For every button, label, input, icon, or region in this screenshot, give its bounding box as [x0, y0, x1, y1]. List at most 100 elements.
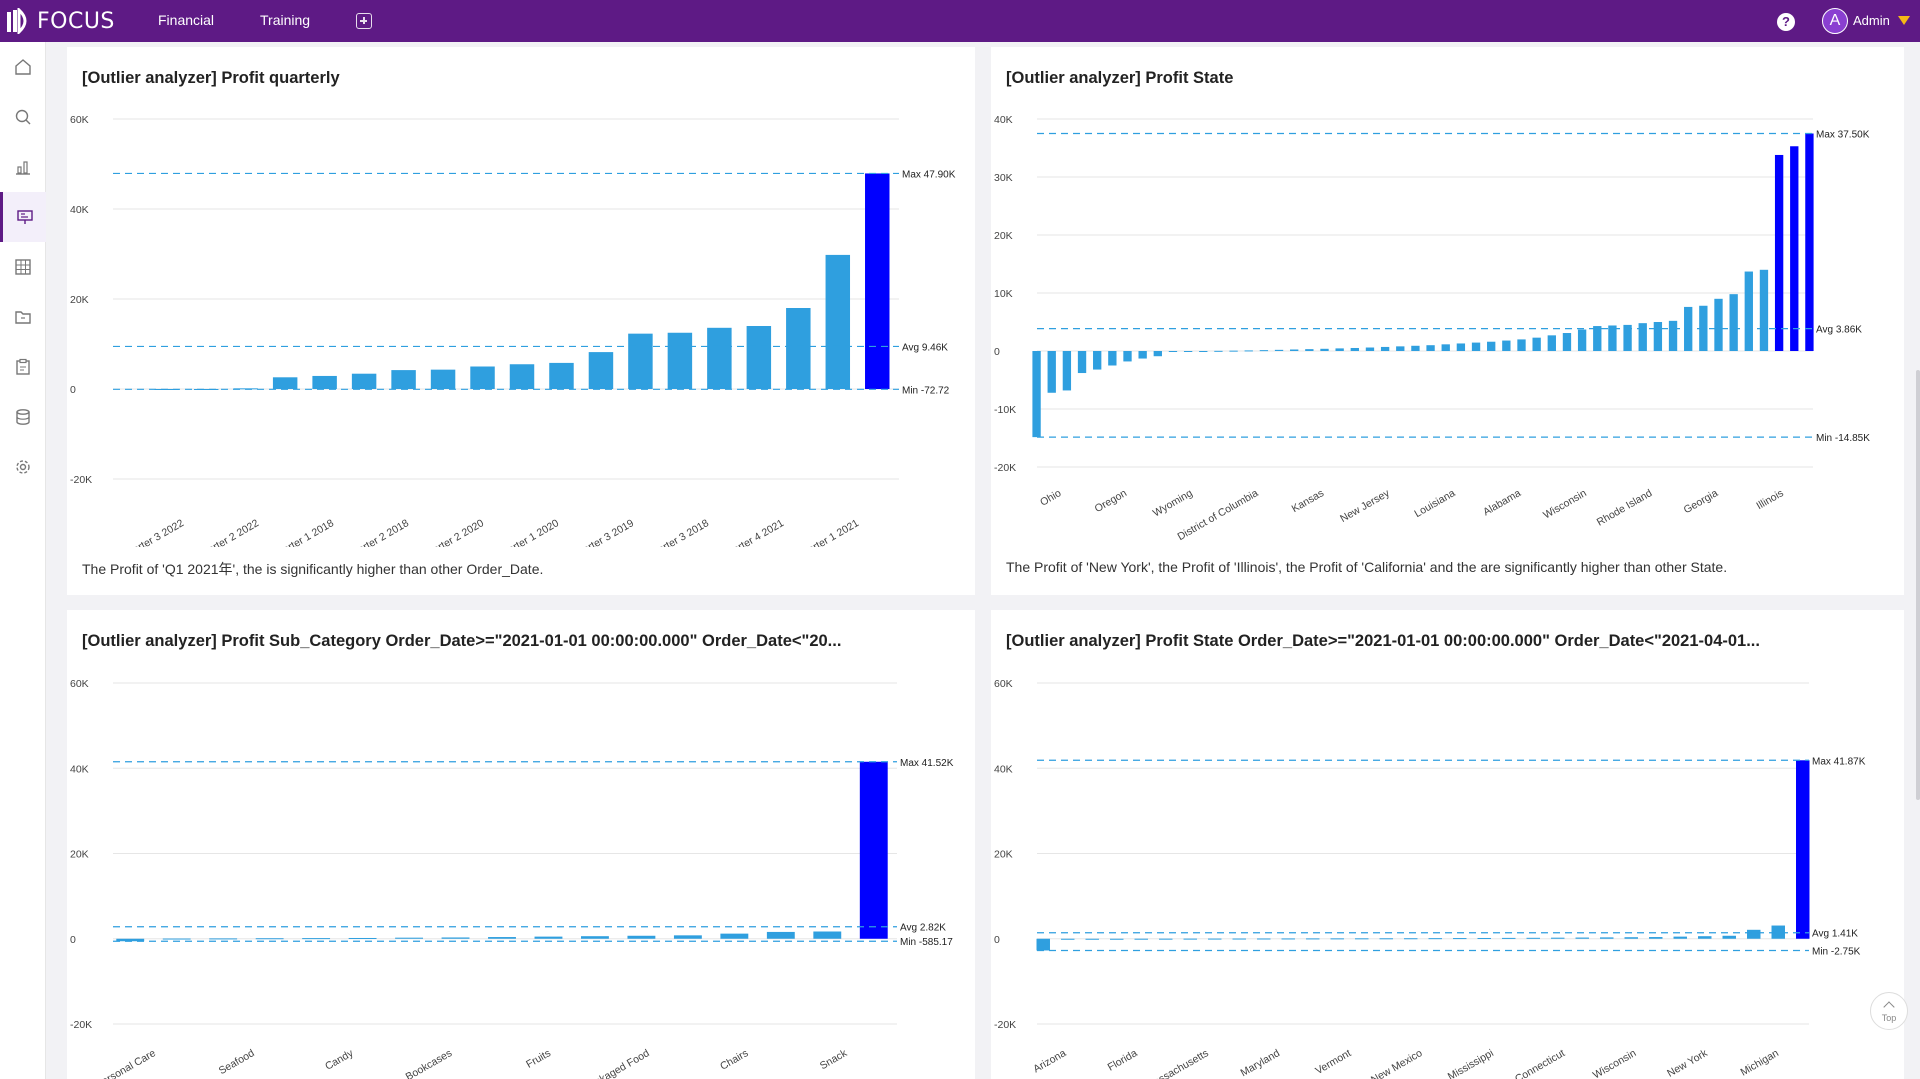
- bar[interactable]: [1232, 938, 1246, 940]
- outlier-bar[interactable]: [865, 173, 890, 389]
- bar[interactable]: [1229, 350, 1238, 352]
- bar[interactable]: [1624, 937, 1638, 939]
- bar[interactable]: [1306, 938, 1320, 940]
- bar[interactable]: [534, 936, 563, 939]
- bar[interactable]: [1244, 350, 1253, 352]
- help-icon[interactable]: ?: [1777, 13, 1795, 31]
- bar[interactable]: [1487, 341, 1496, 351]
- page-scrollbar[interactable]: [1916, 370, 1920, 800]
- nav-financial[interactable]: Financial: [158, 12, 214, 28]
- bar[interactable]: [1355, 938, 1369, 940]
- sidebar-item-data[interactable]: [0, 392, 46, 442]
- bar[interactable]: [1404, 938, 1418, 940]
- bar[interactable]: [628, 333, 653, 389]
- bar[interactable]: [1471, 342, 1481, 351]
- bar[interactable]: [470, 366, 495, 390]
- bar[interactable]: [1085, 938, 1099, 940]
- bar[interactable]: [1153, 351, 1162, 357]
- bar[interactable]: [1428, 938, 1442, 940]
- bar[interactable]: [1350, 347, 1359, 351]
- bar[interactable]: [1722, 935, 1736, 939]
- bar[interactable]: [1077, 351, 1087, 374]
- bar[interactable]: [667, 332, 693, 389]
- bar[interactable]: [720, 933, 749, 939]
- bar[interactable]: [707, 327, 732, 389]
- bar[interactable]: [1061, 938, 1075, 940]
- back-to-top-button[interactable]: Top: [1870, 992, 1908, 1030]
- sidebar-item-analysis[interactable]: [0, 142, 46, 192]
- bar[interactable]: [1744, 271, 1753, 351]
- bar[interactable]: [1551, 937, 1565, 939]
- bar[interactable]: [627, 935, 656, 939]
- bar[interactable]: [162, 938, 191, 940]
- sidebar-item-search[interactable]: [0, 92, 46, 142]
- bar[interactable]: [1600, 937, 1614, 939]
- sidebar-item-files[interactable]: [0, 292, 46, 342]
- bar[interactable]: [1517, 339, 1526, 351]
- bar[interactable]: [1575, 937, 1589, 939]
- bar[interactable]: [1526, 937, 1540, 939]
- bar[interactable]: [588, 352, 614, 389]
- bar[interactable]: [786, 308, 811, 389]
- bar[interactable]: [825, 254, 851, 389]
- bar[interactable]: [1653, 322, 1663, 351]
- bar[interactable]: [766, 931, 795, 939]
- bar[interactable]: [1456, 343, 1466, 351]
- bar[interactable]: [509, 364, 535, 389]
- bar[interactable]: [1257, 938, 1271, 940]
- bar[interactable]: [1093, 351, 1102, 370]
- bar[interactable]: [272, 377, 298, 389]
- bar[interactable]: [1274, 349, 1284, 351]
- bar[interactable]: [1208, 938, 1222, 940]
- bar[interactable]: [1159, 938, 1173, 940]
- outlier-bar[interactable]: [859, 761, 888, 939]
- bar[interactable]: [1134, 938, 1148, 940]
- bar[interactable]: [1638, 323, 1647, 351]
- bar[interactable]: [1168, 351, 1178, 352]
- bar[interactable]: [1330, 938, 1344, 940]
- bar[interactable]: [1649, 937, 1663, 939]
- bar[interactable]: [1320, 348, 1329, 351]
- outlier-bar[interactable]: [1796, 760, 1810, 939]
- bar[interactable]: [430, 369, 456, 389]
- bar[interactable]: [488, 937, 516, 939]
- bar[interactable]: [1138, 351, 1147, 359]
- bar[interactable]: [1411, 345, 1420, 351]
- bar[interactable]: [1729, 294, 1738, 351]
- bar[interactable]: [1426, 345, 1435, 351]
- bar[interactable]: [1214, 350, 1223, 352]
- bar[interactable]: [1290, 349, 1299, 351]
- nav-training[interactable]: Training: [260, 12, 310, 28]
- outlier-bar[interactable]: [1790, 146, 1799, 351]
- bar[interactable]: [1110, 938, 1124, 940]
- bar[interactable]: [441, 937, 470, 939]
- bar[interactable]: [1714, 298, 1723, 351]
- bar[interactable]: [1108, 351, 1117, 366]
- bar[interactable]: [351, 373, 377, 389]
- bar[interactable]: [1365, 347, 1375, 351]
- avatar[interactable]: A: [1822, 8, 1848, 34]
- bar[interactable]: [1335, 348, 1344, 351]
- bar[interactable]: [1281, 938, 1295, 940]
- bar[interactable]: [1380, 346, 1390, 351]
- bar[interactable]: [1577, 329, 1587, 351]
- bar[interactable]: [1608, 325, 1617, 351]
- bar[interactable]: [1259, 350, 1269, 352]
- app-logo[interactable]: FOCUS: [6, 7, 115, 35]
- bar[interactable]: [391, 370, 416, 389]
- bar[interactable]: [1199, 351, 1208, 352]
- bar[interactable]: [1396, 346, 1405, 351]
- bar[interactable]: [1593, 326, 1602, 351]
- bar[interactable]: [813, 931, 842, 939]
- sidebar-item-presentation[interactable]: [0, 192, 46, 242]
- bar[interactable]: [1747, 929, 1761, 939]
- bar[interactable]: [395, 937, 423, 939]
- bar[interactable]: [255, 938, 284, 940]
- bar[interactable]: [1183, 938, 1197, 940]
- bar[interactable]: [1305, 349, 1314, 351]
- bar[interactable]: [746, 326, 772, 389]
- bar[interactable]: [1441, 344, 1450, 351]
- bar[interactable]: [1379, 938, 1393, 940]
- bar[interactable]: [1562, 333, 1572, 351]
- outlier-bar[interactable]: [1774, 154, 1784, 351]
